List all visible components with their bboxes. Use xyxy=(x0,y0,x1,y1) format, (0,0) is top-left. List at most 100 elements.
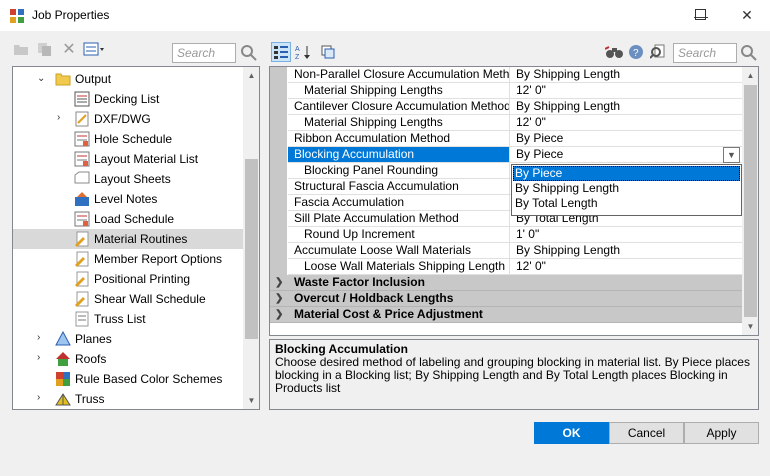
tree-item-output[interactable]: ⌄ Output xyxy=(13,69,243,89)
sort-alphabetical-button[interactable]: AZ xyxy=(294,44,312,60)
apply-button[interactable]: Apply xyxy=(684,422,759,444)
category-waste-factor-inclusion[interactable]: ❯ Waste Factor Inclusion xyxy=(270,275,742,291)
grid-row[interactable]: Round Up Increment 1' 0" xyxy=(270,227,742,243)
tree-item-member-report-options[interactable]: Member Report Options xyxy=(13,249,243,269)
find-button[interactable] xyxy=(605,44,625,60)
tree-item-label: Rule Based Color Schemes xyxy=(75,372,223,386)
tree-item-label: Member Report Options xyxy=(94,252,223,266)
grid-row-value[interactable]: By Piece xyxy=(510,147,742,163)
grid-row-value[interactable]: 12' 0" xyxy=(510,115,742,131)
new-folder-button[interactable] xyxy=(12,41,30,57)
grid-row-value[interactable]: 12' 0" xyxy=(510,259,742,275)
tree-item-material-routines[interactable]: Material Routines xyxy=(13,229,243,249)
list-view-icon xyxy=(83,42,104,56)
tree-item-shear-wall-schedule[interactable]: Shear Wall Schedule xyxy=(13,289,243,309)
dropdown-option-by-shipping-length[interactable]: By Shipping Length xyxy=(513,181,740,196)
category-overcut-holdback-lengths[interactable]: ❯ Overcut / Holdback Lengths xyxy=(270,291,742,307)
copy-icon xyxy=(38,43,51,56)
tree-item-truss[interactable]: › Truss xyxy=(13,389,243,409)
category-label: Overcut / Holdback Lengths xyxy=(294,291,454,305)
scroll-down-icon[interactable]: ▼ xyxy=(742,318,758,335)
grid-row-selected[interactable]: Blocking Accumulation By Piece xyxy=(270,147,742,163)
category-material-cost-price-adjustment[interactable]: ❯ Material Cost & Price Adjustment xyxy=(270,307,742,323)
tree-item-roofs[interactable]: › Roofs xyxy=(13,349,243,369)
view-menu-button[interactable] xyxy=(82,41,106,57)
tree-item-rule-based-color-schemes[interactable]: Rule Based Color Schemes xyxy=(13,369,243,389)
dropdown-option-by-total-length[interactable]: By Total Length xyxy=(513,196,740,211)
chevron-down-icon[interactable]: ⌄ xyxy=(37,74,47,84)
tree-item-hole-schedule[interactable]: Hole Schedule xyxy=(13,129,243,149)
tree-view[interactable]: ⌄ Output Decking List › DXF/DWG Hole Sch… xyxy=(12,66,260,410)
tree-item-label: DXF/DWG xyxy=(94,112,151,126)
grid-scrollbar-thumb[interactable] xyxy=(744,85,757,317)
grid-row[interactable]: Loose Wall Materials Shipping Length 12' … xyxy=(270,259,742,275)
grid-search-icon[interactable] xyxy=(740,44,758,62)
grid-row-value[interactable]: By Shipping Length xyxy=(510,243,742,259)
tree-item-dxf-dwg[interactable]: › DXF/DWG xyxy=(13,109,243,129)
tree-item-load-schedule[interactable]: Load Schedule xyxy=(13,209,243,229)
scroll-up-icon[interactable]: ▲ xyxy=(243,67,259,84)
grid-row[interactable]: Non-Parallel Closure Accumulation Method… xyxy=(270,67,742,83)
roofs-icon xyxy=(56,352,70,366)
tree-item-layout-material-list[interactable]: Layout Material List xyxy=(13,149,243,169)
grid-scrollbar[interactable]: ▲ ▼ xyxy=(742,67,758,335)
grid-row[interactable]: Material Shipping Lengths 12' 0" xyxy=(270,83,742,99)
grid-row-value[interactable]: By Shipping Length xyxy=(510,99,742,115)
grid-row[interactable]: Cantilever Closure Accumulation Method By… xyxy=(270,99,742,115)
copy-button[interactable] xyxy=(36,41,54,57)
description-panel: Blocking Accumulation Choose desired met… xyxy=(269,339,759,410)
chevron-right-icon[interactable]: ❯ xyxy=(275,275,283,290)
property-pages-button[interactable] xyxy=(319,44,337,60)
dropdown-option-by-piece[interactable]: By Piece xyxy=(513,166,740,181)
description-title: Blocking Accumulation xyxy=(275,342,408,356)
tree-toolbar: ✕ Search xyxy=(0,31,265,64)
grid-row-value[interactable]: By Shipping Length xyxy=(510,67,742,83)
cancel-button[interactable]: Cancel xyxy=(609,422,684,444)
dropdown-button[interactable]: ▼ xyxy=(723,147,740,163)
dropdown-list[interactable]: By Piece By Shipping Length By Total Len… xyxy=(511,164,742,216)
tree-item-planes[interactable]: › Planes xyxy=(13,329,243,349)
chevron-right-icon[interactable]: ❯ xyxy=(275,291,283,306)
grid-search-input[interactable]: Search xyxy=(673,43,737,63)
search-icon[interactable] xyxy=(240,44,258,62)
tree-item-decking-list[interactable]: Decking List xyxy=(13,89,243,109)
grid-row-value[interactable]: 12' 0" xyxy=(510,83,742,99)
scroll-up-icon[interactable]: ▲ xyxy=(742,67,758,84)
grid-row-name: Accumulate Loose Wall Materials xyxy=(288,243,510,259)
tree-item-level-notes[interactable]: Level Notes xyxy=(13,189,243,209)
material-icon xyxy=(75,291,89,307)
grid-row[interactable]: Accumulate Loose Wall Materials By Shippi… xyxy=(270,243,742,259)
chevron-down-icon: ▼ xyxy=(727,150,736,160)
tree-scrollbar[interactable]: ▲ ▼ xyxy=(243,67,259,409)
svg-text:?: ? xyxy=(633,48,639,59)
grid-row[interactable]: Ribbon Accumulation Method By Piece xyxy=(270,131,742,147)
chevron-right-icon[interactable]: › xyxy=(37,333,47,343)
tree-search-input[interactable]: Search xyxy=(172,43,236,63)
tree-item-label: Positional Printing xyxy=(94,272,191,286)
description-text: Choose desired method of labeling and gr… xyxy=(275,355,750,395)
chevron-right-icon[interactable]: › xyxy=(37,393,47,403)
tree-item-layout-sheets[interactable]: Layout Sheets xyxy=(13,169,243,189)
schedule-icon xyxy=(74,131,90,147)
chevron-right-icon[interactable]: › xyxy=(57,113,67,123)
chevron-right-icon[interactable]: ❯ xyxy=(275,307,283,322)
grid-row-name: Sill Plate Accumulation Method xyxy=(288,211,510,227)
grid-row-name: Structural Fascia Accumulation xyxy=(288,179,510,195)
grid-row-value[interactable]: 1' 0" xyxy=(510,227,742,243)
filter-button[interactable] xyxy=(649,44,667,60)
scroll-down-icon[interactable]: ▼ xyxy=(243,392,259,409)
chevron-right-icon[interactable]: › xyxy=(37,353,47,363)
grid-row-value[interactable]: By Piece xyxy=(510,131,742,147)
delete-button[interactable]: ✕ xyxy=(60,41,78,58)
maximize-icon[interactable] xyxy=(695,9,706,20)
tree-item-positional-printing[interactable]: Positional Printing xyxy=(13,269,243,289)
tree-item-label: Decking List xyxy=(94,92,160,106)
ok-button[interactable]: OK xyxy=(534,422,609,444)
close-button[interactable]: ✕ xyxy=(724,0,770,31)
tree-item-truss-list[interactable]: Truss List xyxy=(13,309,243,329)
categorized-button[interactable] xyxy=(271,42,291,62)
schedule-icon xyxy=(74,211,90,227)
help-button[interactable]: ? xyxy=(627,44,645,60)
grid-row[interactable]: Material Shipping Lengths 12' 0" xyxy=(270,115,742,131)
tree-scrollbar-thumb[interactable] xyxy=(245,159,258,339)
